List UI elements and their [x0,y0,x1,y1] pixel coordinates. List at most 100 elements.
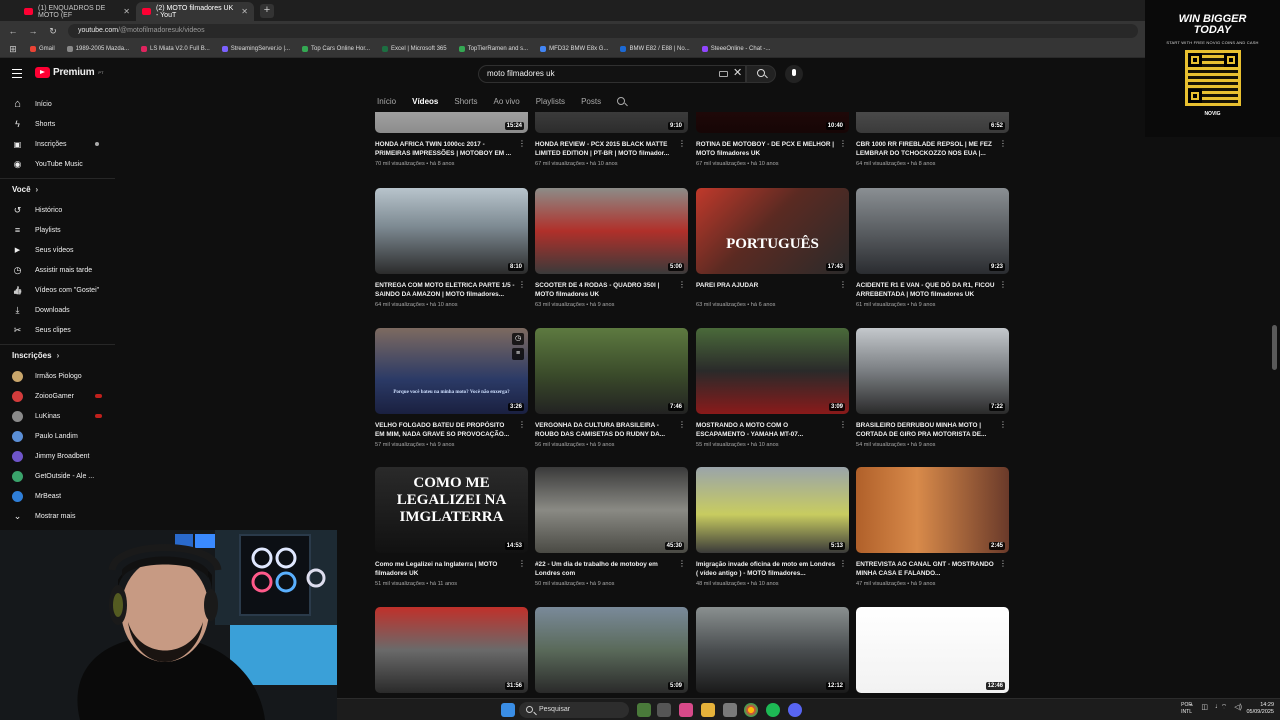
channel-tab[interactable]: Playlists [536,97,565,106]
video-title[interactable]: BRASILEIRO DERRUBOU MINHA MOTO | CORTADA… [856,421,996,439]
channel-tab[interactable]: Shorts [454,97,477,106]
channel-tab[interactable]: Ao vivo [493,97,519,106]
more-options-icon[interactable]: ⋮ [518,140,526,148]
video-thumbnail[interactable]: 2:45 [856,467,1009,553]
more-options-icon[interactable]: ⋮ [518,421,526,429]
channel-tab[interactable]: Vídeos [412,97,438,106]
sidebar-item-home[interactable]: Início [0,94,115,114]
more-options-icon[interactable]: ⋮ [839,281,847,289]
video-card[interactable]: PORTUGUÊS 17:43 PAREI PRA AJUDAR ⋮ 63 mil vi… [696,188,849,308]
video-thumbnail[interactable]: TRABALHANDO10:40 [696,112,849,133]
video-thumbnail[interactable]: 12:46 [856,607,1009,693]
subscription-item[interactable]: MrBeast [0,486,115,506]
bookmark-item[interactable]: StreamingServer.io |... [221,46,290,52]
browser-tab-2[interactable]: (2) MOTO filmadores UK - YouT ✕ [136,2,254,21]
channel-tab[interactable]: Posts [581,97,601,106]
network-icon[interactable]: ◫ [1201,703,1208,711]
taskbar-clock[interactable]: 14:29 05/09/2025 [1246,702,1274,716]
video-card[interactable]: 9:23 ACIDENTE R1 E VAN - QUE DÓ DA R1, FI… [856,188,1009,308]
video-card[interactable]: MOTOBOY DE AFRICA TWIN15:24 HONDA AFRICA … [375,112,528,167]
more-options-icon[interactable]: ⋮ [999,281,1007,289]
sidebar-item-later[interactable]: Assistir mais tarde [0,260,115,280]
video-thumbnail[interactable]: 9:23 [856,188,1009,274]
bookmark-item[interactable]: LS Miata V2.0 Full B... [141,46,210,52]
more-options-icon[interactable]: ⋮ [839,140,847,148]
forward-icon[interactable]: → [28,26,38,36]
bookmark-item[interactable]: SteeeOnline - Chat -... [701,46,770,52]
sidebar-item-list[interactable]: Playlists [0,220,115,240]
video-thumbnail[interactable]: 5:13 [696,467,849,553]
video-thumbnail[interactable]: 7:46 [535,328,688,414]
more-options-icon[interactable]: ⋮ [518,281,526,289]
video-title[interactable]: MOSTRANDO A MOTO COM O ESCAPAMENTO - YAM… [696,421,836,439]
video-thumbnail[interactable]: 6:52 [856,112,1009,133]
url-field[interactable]: youtube.com/@motofilmadoresuk/videos [68,24,1138,38]
video-card[interactable]: 5:09 [535,607,688,693]
bookmark-item[interactable]: MFD32 BMW E8x G... [540,46,608,52]
video-title[interactable]: ROTINA DE MOTOBOY - DE PCX E MELHOR | MO… [696,140,836,158]
video-title[interactable]: ENTREVISTA AO CANAL GNT - MOSTRANDO MINH… [856,560,996,578]
bookmark-item[interactable]: Top Cars Online Hor... [302,46,370,52]
video-card[interactable]: 45:30 #22 - Um dia de trabalho de motoboy… [535,467,688,587]
subscription-item[interactable]: Jimmy Broadbent [0,446,115,466]
sidebar-item-hist[interactable]: Histórico [0,200,115,220]
bookmark-item[interactable]: Gmail [30,46,55,52]
more-options-icon[interactable]: ⋮ [678,421,686,429]
new-tab-button[interactable]: + [260,4,274,18]
sidebar-section-subscriptions[interactable]: Inscrições › [0,344,115,366]
more-options-icon[interactable]: ⋮ [518,560,526,568]
video-card[interactable]: 5:00 SCOOTER DE 4 RODAS - QUADRO 350I | M… [535,188,688,308]
video-card[interactable]: 8:10 ENTREGA COM MOTO ELETRICA PARTE 1/5 … [375,188,528,308]
add-to-queue-icon[interactable]: ≡ [512,348,524,360]
video-title[interactable]: CBR 1000 RR FIREBLADE REPSOL | ME FEZ LE… [856,140,996,158]
sidebar-item-shorts[interactable]: Shorts [0,114,115,134]
sidebar-section-you[interactable]: Você › [0,178,115,200]
subscription-item[interactable]: LuKinas [0,406,115,426]
sidebar-item-like[interactable]: Vídeos com "Gostei" [0,280,115,300]
video-card[interactable]: 2:45 ENTREVISTA AO CANAL GNT - MOSTRANDO … [856,467,1009,587]
video-title[interactable]: ENTREGA COM MOTO ELETRICA PARTE 1/5 - SA… [375,281,515,299]
apps-icon[interactable]: ⊞ [8,44,18,55]
keyboard-icon[interactable] [719,71,728,77]
more-options-icon[interactable]: ⋮ [678,140,686,148]
taskbar-search-input[interactable]: Pesquisar [519,702,629,718]
more-options-icon[interactable]: ⋮ [839,421,847,429]
video-title[interactable]: PAREI PRA AJUDAR [696,281,836,299]
store-icon[interactable] [723,703,737,717]
more-options-icon[interactable]: ⋮ [999,421,1007,429]
video-card[interactable]: 12:46 [856,607,1009,693]
video-thumbnail[interactable]: 45:30 [535,467,688,553]
channel-search-icon[interactable] [617,97,626,105]
video-thumbnail[interactable]: 7:22 [856,328,1009,414]
video-card[interactable]: 31:56 [375,607,528,693]
video-card[interactable]: 6:52 CBR 1000 RR FIREBLADE REPSOL | ME FE… [856,112,1009,167]
copilot-icon[interactable] [679,703,693,717]
windows-start-icon[interactable] [501,703,515,717]
video-card[interactable]: Porque você bateu na minha moto? Você nã… [375,328,528,448]
browser-tab-1[interactable]: (1) ENQUADROS DE MOTO (EF ✕ [18,2,136,21]
subscription-item[interactable]: Paulo Landim [0,426,115,446]
video-thumbnail[interactable]: Porque você bateu na minha moto? Você nã… [375,328,528,414]
video-thumbnail[interactable]: 12:12 [696,607,849,693]
discord-icon[interactable] [788,703,802,717]
sidebar-item-vid[interactable]: Seus vídeos [0,240,115,260]
video-thumbnail[interactable]: 5:09 [535,607,688,693]
more-options-icon[interactable]: ⋮ [839,560,847,568]
video-thumbnail[interactable]: 3:09 [696,328,849,414]
bookmark-item[interactable]: 1989-2005 Mazda... [66,46,129,52]
video-title[interactable]: ACIDENTE R1 E VAN - QUE DÓ DA R1, FICOU … [856,281,996,299]
clear-search-icon[interactable]: ✕ [733,66,742,79]
sidebar-item-dl[interactable]: Downloads [0,300,115,320]
close-tab-icon[interactable]: ✕ [241,7,248,16]
video-card[interactable]: COMO ME LEGALIZEI NA IMGLATERRA 14:53 Como… [375,467,528,587]
video-title[interactable]: SCOOTER DE 4 RODAS - QUADRO 350I | MOTO … [535,281,675,299]
video-thumbnail[interactable]: 9:10 [535,112,688,133]
widgets-icon[interactable] [637,703,651,717]
more-options-icon[interactable]: ⋮ [678,281,686,289]
video-title[interactable]: VELHO FOLGADO BATEU DE PROPÓSITO EM MIM,… [375,421,515,439]
video-title[interactable]: HONDA REVIEW - PCX 2015 BLACK MATTE LIMI… [535,140,675,158]
back-icon[interactable]: ← [8,26,18,36]
video-title[interactable]: Imigração invade oficina de moto em Lond… [696,560,836,578]
sidebar-item-music[interactable]: YouTube Music [0,154,115,174]
video-title[interactable]: VERGONHA DA CULTURA BRASILEIRA - ROUBO D… [535,421,675,439]
